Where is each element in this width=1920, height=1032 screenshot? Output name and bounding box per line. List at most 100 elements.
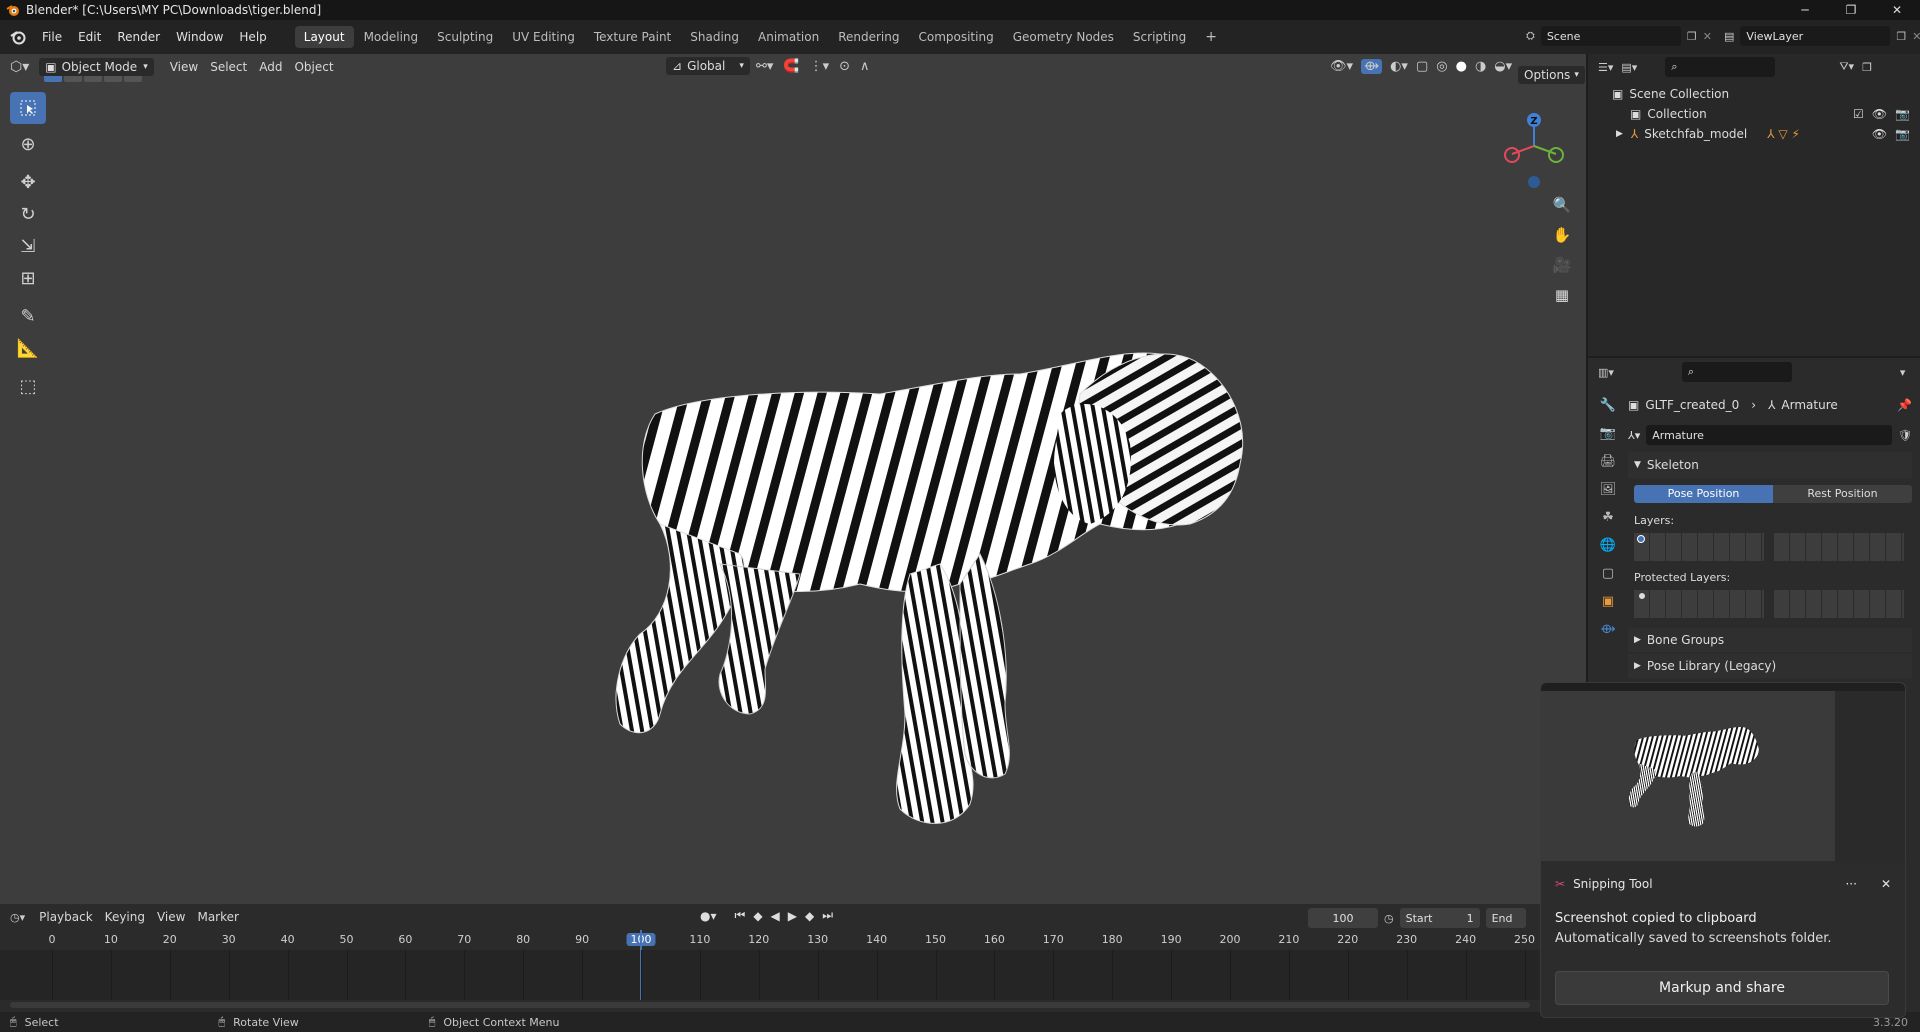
menu-object[interactable]: Object xyxy=(288,60,339,74)
menu-marker[interactable]: Marker xyxy=(191,910,244,924)
proportional-edit-icon[interactable]: ⊙ xyxy=(839,59,850,74)
record-icon[interactable]: ●▾ xyxy=(700,909,717,923)
view-layer-selector[interactable]: ViewLayer xyxy=(1740,26,1891,46)
move-tool[interactable]: ✥ xyxy=(10,166,46,198)
armature-browse-icon[interactable]: ⅄▾ xyxy=(1628,429,1640,442)
menu-edit[interactable]: Edit xyxy=(70,30,109,44)
measure-tool[interactable]: 📐 xyxy=(10,332,46,364)
scene-tab-icon[interactable]: ☘ xyxy=(1596,510,1620,538)
zoom-icon[interactable]: 🔍 xyxy=(1548,196,1576,226)
snipping-toast[interactable]: ✂ Snipping Tool ··· ✕ Screenshot copied … xyxy=(1540,682,1906,1018)
jump-start-icon[interactable]: ⏮ xyxy=(735,908,746,923)
pin-icon[interactable]: 📌 xyxy=(1897,398,1912,412)
protected-grid-right[interactable] xyxy=(1774,590,1904,618)
menu-keying[interactable]: Keying xyxy=(99,910,151,924)
tab-animation[interactable]: Animation xyxy=(749,26,828,48)
bone-groups-panel-header[interactable]: ▶ Bone Groups xyxy=(1628,628,1912,652)
armature-datablock-field[interactable]: Armature xyxy=(1646,425,1893,445)
xray-icon[interactable]: ▢ xyxy=(1416,59,1428,74)
clock-icon[interactable]: ◷ xyxy=(1384,912,1394,925)
tab-scripting[interactable]: Scripting xyxy=(1124,26,1195,48)
output-tab-icon[interactable]: 🖨 xyxy=(1596,454,1620,482)
add-workspace-button[interactable]: + xyxy=(1196,25,1226,49)
grid-perspective-icon[interactable]: ▦ xyxy=(1548,286,1576,316)
toast-close-button[interactable]: ✕ xyxy=(1881,877,1891,891)
overlay-icon[interactable]: ◐▾ xyxy=(1390,59,1408,74)
start-frame-field[interactable]: Start 1 xyxy=(1399,908,1480,928)
maximize-button[interactable]: ❐ xyxy=(1828,0,1874,20)
tab-shading[interactable]: Shading xyxy=(681,26,748,48)
jump-end-icon[interactable]: ⏭ xyxy=(822,908,833,923)
protected-layers-grid[interactable] xyxy=(1628,590,1912,618)
menu-render[interactable]: Render xyxy=(109,30,168,44)
outliner-display-icon[interactable]: ☰▾ xyxy=(1598,61,1613,74)
navigation-gizmo[interactable]: Z xyxy=(1498,110,1572,190)
world-tab-icon[interactable]: 🌐 xyxy=(1596,538,1620,566)
rotate-tool[interactable]: ↻ xyxy=(10,198,46,230)
3d-viewport[interactable]: ⊕ ✥ ↻ ⇲ ⊞ ✎ 📐 ⬚ Options ▾ Z 🔍 ✋ 🎥 ▦ xyxy=(0,54,1586,904)
delete-view-layer-icon[interactable]: ✕ xyxy=(1912,30,1920,43)
markup-and-share-button[interactable]: Markup and share xyxy=(1555,971,1889,1005)
wireframe-shading-icon[interactable]: ◎ xyxy=(1436,59,1447,74)
view-layer-tab-icon[interactable]: 🖼 xyxy=(1596,482,1620,510)
tiger-model[interactable] xyxy=(560,334,1260,854)
menu-playback[interactable]: Playback xyxy=(33,910,99,924)
new-view-layer-icon[interactable]: ❐ xyxy=(1896,30,1906,43)
pivot-icon[interactable]: ⚯▾ xyxy=(756,59,773,74)
screenshot-thumbnail[interactable] xyxy=(1541,683,1905,861)
toast-more-button[interactable]: ··· xyxy=(1845,877,1856,891)
outliner-row-sketchfab-model[interactable]: ▶ ⅄ Sketchfab_model ⅄ ▽ ⚡ 👁 📷 xyxy=(1588,124,1920,144)
prev-keyframe-icon[interactable]: ◆ xyxy=(753,909,762,923)
camera-render-icon[interactable]: 📷 xyxy=(1895,107,1910,121)
properties-editor-type-icon[interactable]: ▥▾ xyxy=(1598,366,1614,379)
layers-grid[interactable] xyxy=(1628,533,1912,561)
tab-texture-paint[interactable]: Texture Paint xyxy=(585,26,680,48)
tab-compositing[interactable]: Compositing xyxy=(909,26,1002,48)
play-reverse-icon[interactable]: ◀ xyxy=(771,909,780,923)
expand-arrow-icon[interactable]: ▶ xyxy=(1616,129,1623,139)
fake-user-shield-icon[interactable]: 🛡 xyxy=(1898,429,1912,442)
render-tab-icon[interactable]: 📷 xyxy=(1596,426,1620,454)
frame-ruler[interactable]: 0102030405060708090100110120130140150160… xyxy=(0,930,1540,950)
tab-rendering[interactable]: Rendering xyxy=(829,26,908,48)
play-icon[interactable]: ▶ xyxy=(788,909,797,923)
skeleton-panel-header[interactable]: ▼ Skeleton xyxy=(1628,452,1912,478)
cursor-tool[interactable]: ⊕ xyxy=(10,128,46,160)
properties-search-input[interactable]: ⌕ xyxy=(1681,362,1792,382)
close-window-button[interactable]: ✕ xyxy=(1874,0,1920,20)
current-frame-field[interactable]: 100 xyxy=(1308,908,1378,928)
tool-tab-icon[interactable]: 🔧 xyxy=(1596,398,1620,426)
mode-dropdown[interactable]: ▣ Object Mode ▾ xyxy=(39,58,154,76)
collection-tab-icon[interactable]: ▢ xyxy=(1596,566,1620,594)
menu-add[interactable]: Add xyxy=(253,60,288,74)
constraints-tab-icon[interactable]: ⟴ xyxy=(1596,622,1620,650)
camera-icon[interactable]: 🎥 xyxy=(1548,256,1576,286)
add-cube-tool[interactable]: ⬚ xyxy=(10,370,46,402)
menu-timeline-view[interactable]: View xyxy=(151,910,191,924)
editor-type-icon[interactable]: ⬡▾ xyxy=(10,59,29,75)
scene-selector[interactable]: Scene xyxy=(1540,26,1681,46)
menu-help[interactable]: Help xyxy=(231,30,274,44)
object-tab-icon[interactable]: ▣ xyxy=(1596,594,1620,622)
menu-select[interactable]: Select xyxy=(204,60,253,74)
rest-position-button[interactable]: Rest Position xyxy=(1773,485,1912,503)
snap-target-icon[interactable]: ⋮▾ xyxy=(810,59,830,74)
tab-modeling[interactable]: Modeling xyxy=(355,26,428,48)
pose-library-panel-header[interactable]: ▶ Pose Library (Legacy) xyxy=(1628,654,1912,678)
new-collection-icon[interactable]: ❐ xyxy=(1862,61,1872,74)
tab-geometry-nodes[interactable]: Geometry Nodes xyxy=(1004,26,1123,48)
end-frame-field[interactable]: End xyxy=(1485,908,1526,928)
annotate-tool[interactable]: ✎ xyxy=(10,300,46,332)
blender-menu-icon[interactable] xyxy=(10,29,26,45)
collection-checkbox[interactable]: ☑ xyxy=(1853,107,1864,121)
eye-icon[interactable]: 👁 xyxy=(1872,107,1887,121)
delete-scene-icon[interactable]: ✕ xyxy=(1703,30,1712,43)
menu-view[interactable]: View xyxy=(164,60,204,74)
eye-icon[interactable]: 👁 xyxy=(1872,127,1887,141)
camera-render-icon[interactable]: 📷 xyxy=(1895,127,1910,141)
keyframe-area[interactable] xyxy=(0,950,1540,1000)
pan-hand-icon[interactable]: ✋ xyxy=(1548,226,1576,256)
scale-tool[interactable]: ⇲ xyxy=(10,230,46,262)
tab-sculpting[interactable]: Sculpting xyxy=(428,26,502,48)
outliner-search-input[interactable]: ⌕ xyxy=(1665,57,1776,77)
